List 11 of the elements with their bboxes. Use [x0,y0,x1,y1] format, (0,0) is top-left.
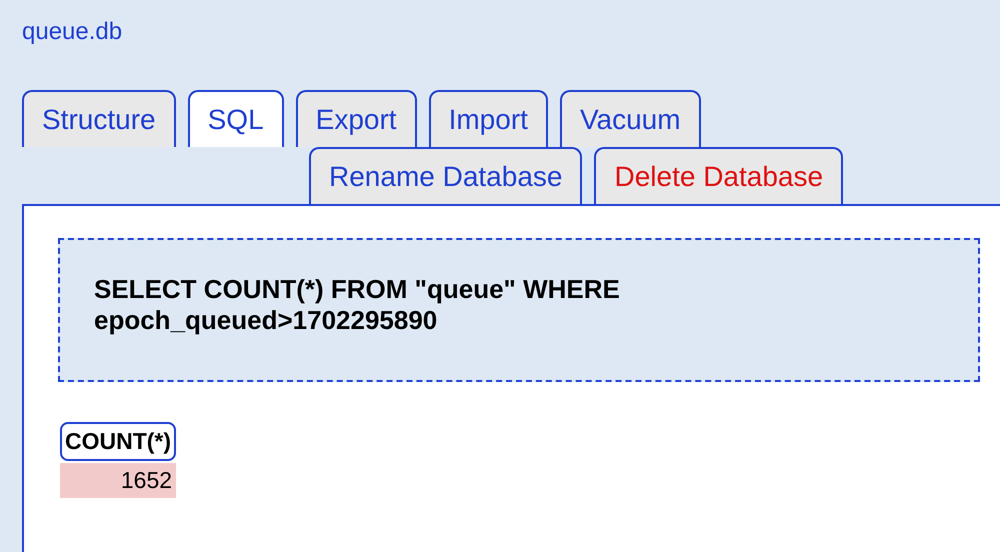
tab[interactable]: Vacuum [560,90,701,147]
column-header: COUNT(*) [60,422,176,461]
tab[interactable]: Export [296,90,417,147]
tab[interactable]: Delete Database [594,147,844,204]
tab[interactable]: Import [428,90,548,147]
database-title-link[interactable]: queue.db [22,18,1000,90]
tab[interactable]: Structure [22,90,176,147]
table-cell: 1652 [60,463,176,498]
sql-query-text: SELECT COUNT(*) FROM "queue" WHERE epoch_queued>1702295890 [58,238,980,382]
tab[interactable]: Rename Database [309,147,582,204]
tab[interactable]: SQL [188,90,284,147]
